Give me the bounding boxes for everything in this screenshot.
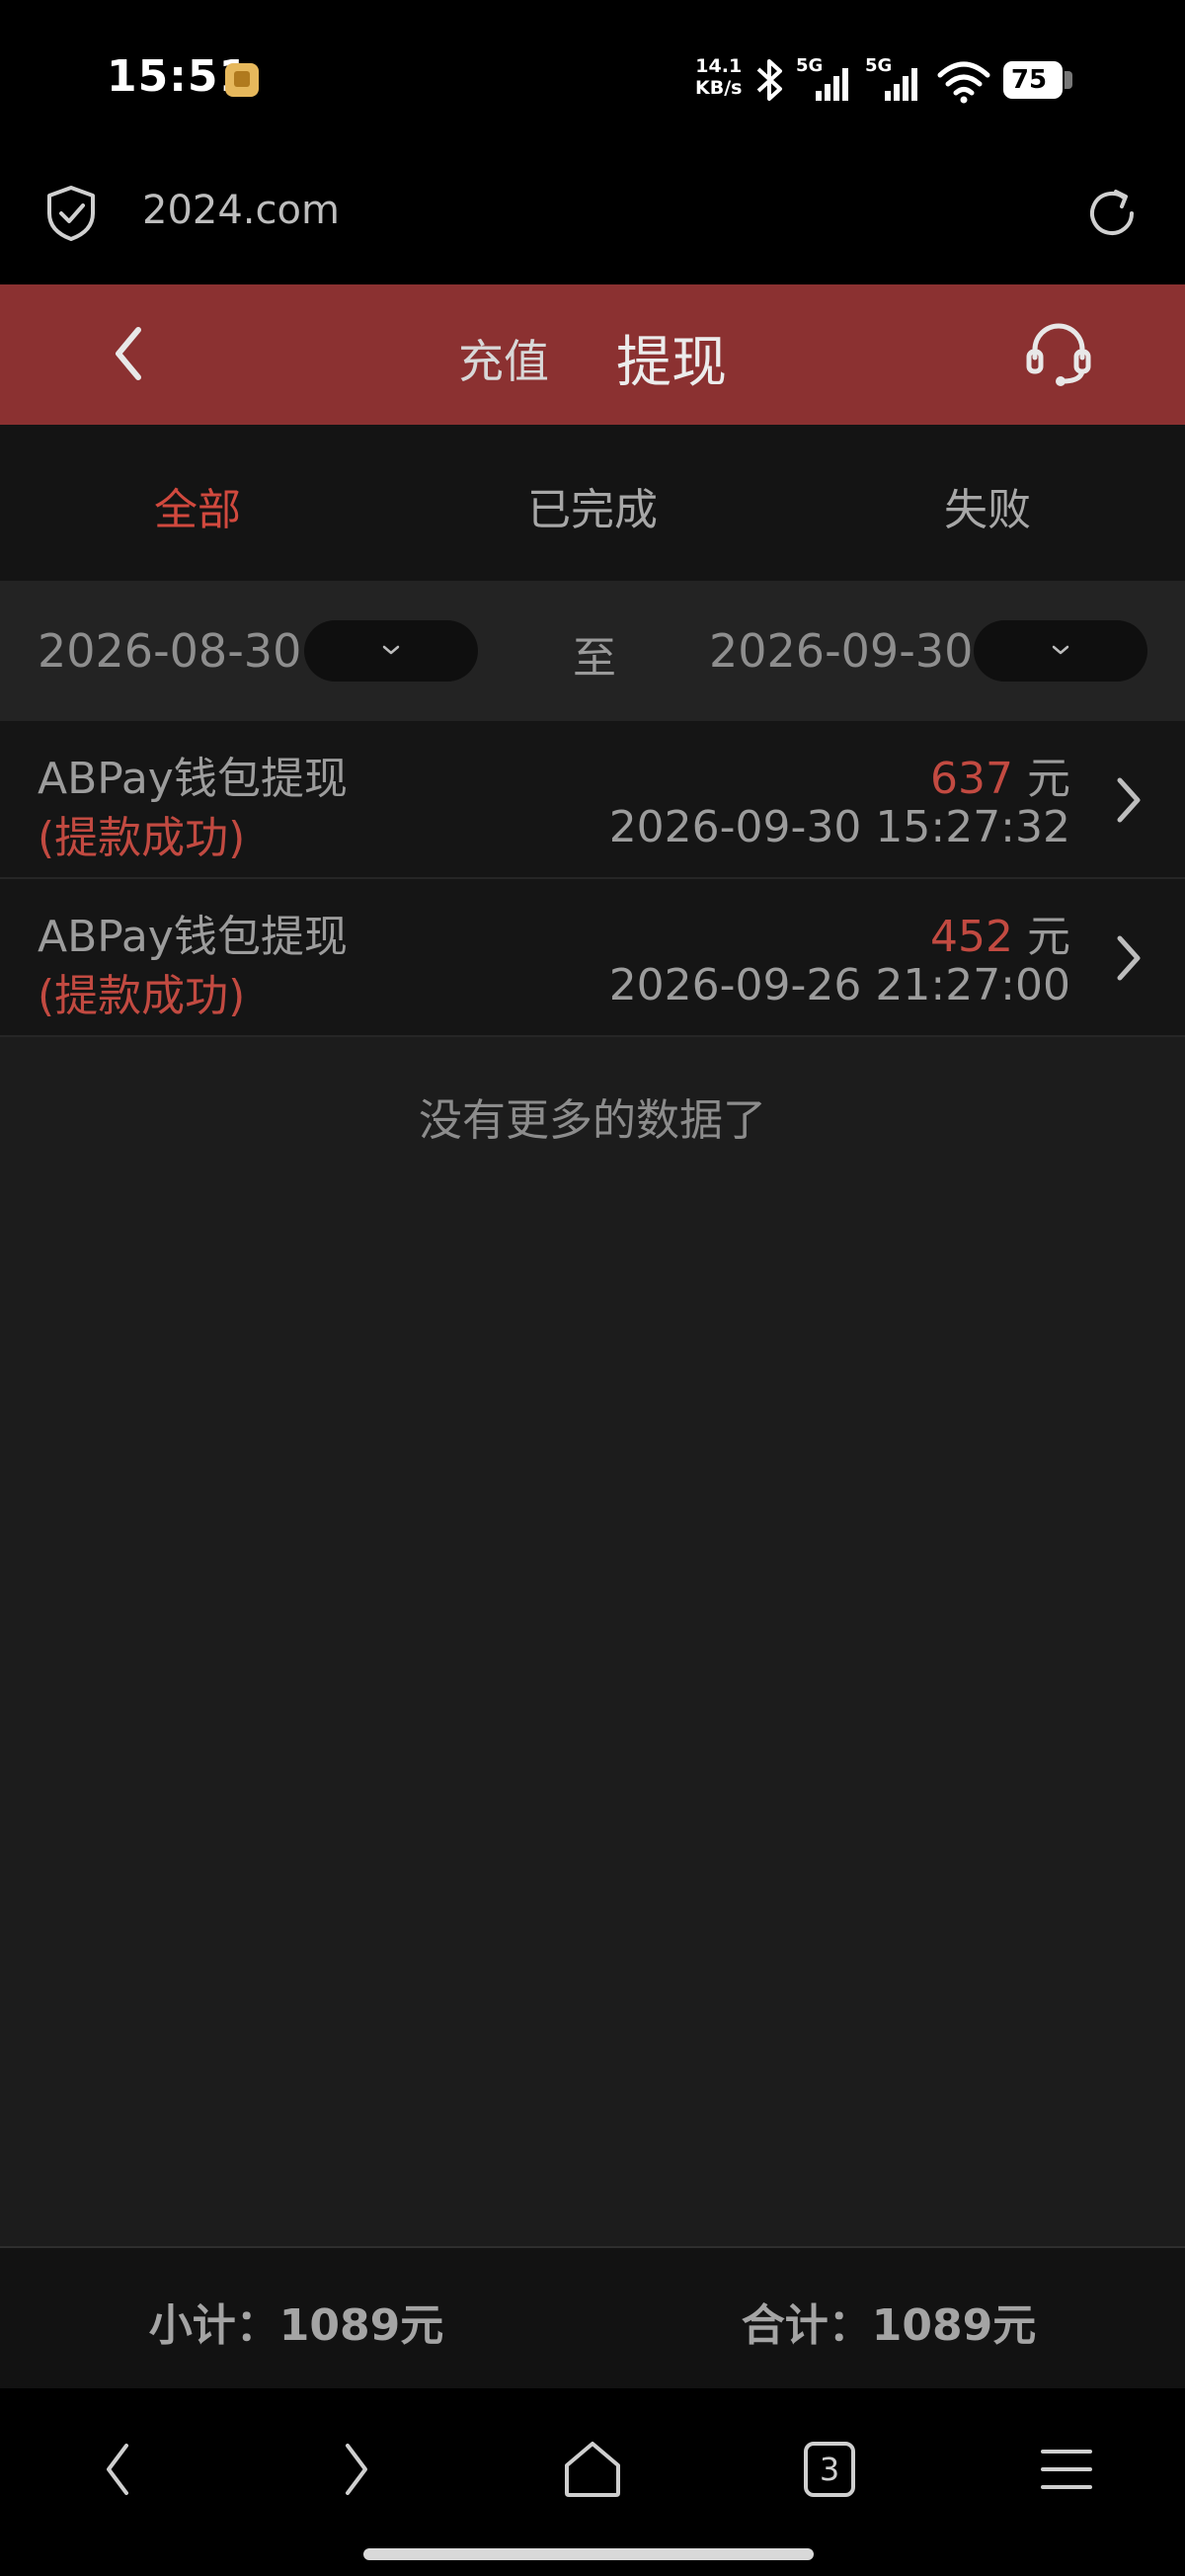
- record-amount: 452 元: [930, 901, 1070, 964]
- chevron-right-icon[interactable]: [1112, 928, 1146, 988]
- shield-check-icon[interactable]: [43, 184, 99, 243]
- cellular-signal-2-icon: 5G: [865, 55, 922, 103]
- record-title: ABPay钱包提现: [38, 912, 348, 962]
- browser-forward-icon[interactable]: [316, 2430, 395, 2509]
- subtotal-text: 小计：1089元: [148, 2300, 444, 2351]
- record-time: 2026-09-26 21:27:00: [608, 960, 1070, 1010]
- bluetooth-icon: [756, 59, 782, 101]
- browser-back-icon[interactable]: [79, 2430, 158, 2509]
- notification-app-icon: [225, 63, 259, 97]
- back-arrow-icon[interactable]: [105, 318, 150, 389]
- chevron-down-icon: [382, 645, 400, 655]
- start-date-dropdown[interactable]: [304, 620, 478, 682]
- total-text: 合计：1089元: [741, 2300, 1037, 2351]
- date-range-separator: 至: [573, 633, 616, 684]
- filter-tab-failed[interactable]: 失败: [790, 474, 1185, 537]
- tab-count: 3: [819, 2451, 840, 2488]
- browser-home-icon[interactable]: [553, 2430, 632, 2509]
- record-amount-unit: 元: [1027, 754, 1070, 804]
- end-date[interactable]: 2026-09-30: [709, 624, 973, 678]
- network-speed: 14.1 KB/s: [695, 55, 742, 99]
- record-amount-unit: 元: [1027, 912, 1070, 962]
- record-status: (提款成功): [38, 971, 246, 1021]
- reload-icon[interactable]: [1082, 184, 1142, 243]
- filter-tab-all[interactable]: 全部: [0, 474, 395, 537]
- record-amount: 637 元: [930, 743, 1070, 806]
- battery-icon: 75: [1003, 61, 1063, 99]
- menu-icon[interactable]: [1027, 2430, 1106, 2509]
- browser-tabs-button[interactable]: 3: [790, 2430, 869, 2509]
- url-address[interactable]: 2024.com: [142, 188, 340, 233]
- home-indicator[interactable]: [363, 2548, 814, 2560]
- chevron-right-icon[interactable]: [1112, 770, 1146, 830]
- network-speed-unit: KB/s: [695, 77, 743, 99]
- row-divider: [0, 1035, 1185, 1037]
- network-speed-value: 14.1: [695, 55, 743, 77]
- end-date-dropdown[interactable]: [974, 620, 1147, 682]
- record-status: (提款成功): [38, 813, 246, 863]
- record-time: 2026-09-30 15:27:32: [608, 802, 1070, 852]
- battery-tip: [1065, 71, 1072, 89]
- record-amount-value: 452: [930, 912, 1013, 962]
- wifi-icon: [937, 61, 990, 104]
- chevron-down-icon: [1052, 645, 1069, 655]
- record-title: ABPay钱包提现: [38, 754, 348, 804]
- page-header: [0, 284, 1185, 425]
- customer-service-headset-icon[interactable]: [1023, 318, 1094, 389]
- filter-tab-completed[interactable]: 已完成: [395, 474, 790, 537]
- tab-recharge[interactable]: 充值: [458, 326, 549, 391]
- start-date[interactable]: 2026-08-30: [38, 624, 301, 678]
- battery-level: 75: [1010, 65, 1048, 95]
- tab-withdraw[interactable]: 提现: [616, 318, 727, 398]
- cellular-signal-1-icon: 5G: [796, 55, 853, 103]
- no-more-data-text: 没有更多的数据了: [419, 1095, 766, 1146]
- record-amount-value: 637: [930, 754, 1013, 804]
